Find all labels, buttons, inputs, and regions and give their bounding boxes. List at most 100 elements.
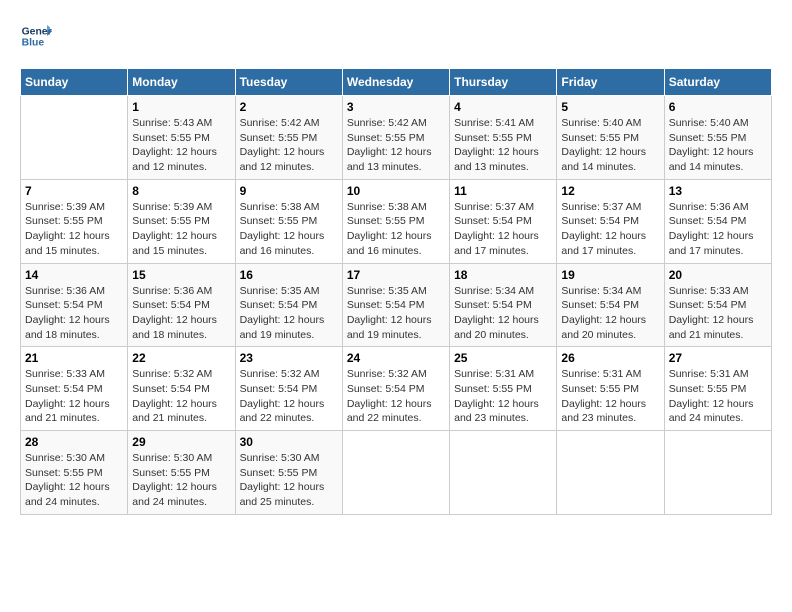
calendar-cell: 19 Sunrise: 5:34 AM Sunset: 5:54 PM Dayli… xyxy=(557,263,664,347)
day-info: Sunrise: 5:42 AM Sunset: 5:55 PM Dayligh… xyxy=(240,116,338,175)
day-number: 13 xyxy=(669,184,767,198)
day-number: 25 xyxy=(454,351,552,365)
calendar-week-row: 7 Sunrise: 5:39 AM Sunset: 5:55 PM Daylig… xyxy=(21,179,772,263)
calendar-cell: 6 Sunrise: 5:40 AM Sunset: 5:55 PM Daylig… xyxy=(664,96,771,180)
day-info: Sunrise: 5:38 AM Sunset: 5:55 PM Dayligh… xyxy=(240,200,338,259)
day-number: 21 xyxy=(25,351,123,365)
calendar-cell: 8 Sunrise: 5:39 AM Sunset: 5:55 PM Daylig… xyxy=(128,179,235,263)
calendar-cell: 23 Sunrise: 5:32 AM Sunset: 5:54 PM Dayli… xyxy=(235,347,342,431)
day-of-week-header: Friday xyxy=(557,69,664,96)
day-info: Sunrise: 5:33 AM Sunset: 5:54 PM Dayligh… xyxy=(669,284,767,343)
calendar-cell xyxy=(664,431,771,515)
calendar-week-row: 28Sunrise: 5:30 AM Sunset: 5:55 PM Dayli… xyxy=(21,431,772,515)
day-info: Sunrise: 5:42 AM Sunset: 5:55 PM Dayligh… xyxy=(347,116,445,175)
day-number: 19 xyxy=(561,268,659,282)
day-info: Sunrise: 5:37 AM Sunset: 5:54 PM Dayligh… xyxy=(561,200,659,259)
day-number: 5 xyxy=(561,100,659,114)
day-info: Sunrise: 5:34 AM Sunset: 5:54 PM Dayligh… xyxy=(454,284,552,343)
day-info: Sunrise: 5:30 AM Sunset: 5:55 PM Dayligh… xyxy=(240,451,338,510)
day-info: Sunrise: 5:39 AM Sunset: 5:55 PM Dayligh… xyxy=(25,200,123,259)
logo-icon: General Blue xyxy=(20,20,52,52)
day-number: 24 xyxy=(347,351,445,365)
calendar-cell: 22Sunrise: 5:32 AM Sunset: 5:54 PM Dayli… xyxy=(128,347,235,431)
page-header: General Blue xyxy=(20,20,772,52)
calendar-cell: 27 Sunrise: 5:31 AM Sunset: 5:55 PM Dayli… xyxy=(664,347,771,431)
day-of-week-header: Wednesday xyxy=(342,69,449,96)
calendar-cell: 26 Sunrise: 5:31 AM Sunset: 5:55 PM Dayli… xyxy=(557,347,664,431)
calendar-cell: 30 Sunrise: 5:30 AM Sunset: 5:55 PM Dayli… xyxy=(235,431,342,515)
day-info: Sunrise: 5:40 AM Sunset: 5:55 PM Dayligh… xyxy=(561,116,659,175)
day-info: Sunrise: 5:39 AM Sunset: 5:55 PM Dayligh… xyxy=(132,200,230,259)
calendar-cell: 2 Sunrise: 5:42 AM Sunset: 5:55 PM Daylig… xyxy=(235,96,342,180)
calendar-cell: 12 Sunrise: 5:37 AM Sunset: 5:54 PM Dayli… xyxy=(557,179,664,263)
day-number: 2 xyxy=(240,100,338,114)
day-info: Sunrise: 5:32 AM Sunset: 5:54 PM Dayligh… xyxy=(132,367,230,426)
calendar-cell xyxy=(450,431,557,515)
calendar-cell: 15Sunrise: 5:36 AM Sunset: 5:54 PM Dayli… xyxy=(128,263,235,347)
calendar-cell: 1Sunrise: 5:43 AM Sunset: 5:55 PM Daylig… xyxy=(128,96,235,180)
calendar-cell: 24 Sunrise: 5:32 AM Sunset: 5:54 PM Dayli… xyxy=(342,347,449,431)
day-of-week-header: Saturday xyxy=(664,69,771,96)
day-of-week-header: Thursday xyxy=(450,69,557,96)
day-info: Sunrise: 5:35 AM Sunset: 5:54 PM Dayligh… xyxy=(240,284,338,343)
day-info: Sunrise: 5:36 AM Sunset: 5:54 PM Dayligh… xyxy=(132,284,230,343)
calendar-cell: 18Sunrise: 5:34 AM Sunset: 5:54 PM Dayli… xyxy=(450,263,557,347)
day-number: 12 xyxy=(561,184,659,198)
calendar-cell: 9Sunrise: 5:38 AM Sunset: 5:55 PM Daylig… xyxy=(235,179,342,263)
day-info: Sunrise: 5:31 AM Sunset: 5:55 PM Dayligh… xyxy=(454,367,552,426)
day-number: 8 xyxy=(132,184,230,198)
calendar-cell: 16 Sunrise: 5:35 AM Sunset: 5:54 PM Dayli… xyxy=(235,263,342,347)
day-info: Sunrise: 5:38 AM Sunset: 5:55 PM Dayligh… xyxy=(347,200,445,259)
calendar-cell: 29 Sunrise: 5:30 AM Sunset: 5:55 PM Dayli… xyxy=(128,431,235,515)
calendar-cell xyxy=(557,431,664,515)
day-of-week-header: Sunday xyxy=(21,69,128,96)
calendar-cell: 21 Sunrise: 5:33 AM Sunset: 5:54 PM Dayli… xyxy=(21,347,128,431)
day-info: Sunrise: 5:35 AM Sunset: 5:54 PM Dayligh… xyxy=(347,284,445,343)
calendar-week-row: 1Sunrise: 5:43 AM Sunset: 5:55 PM Daylig… xyxy=(21,96,772,180)
svg-text:Blue: Blue xyxy=(22,38,45,49)
calendar-cell: 4Sunrise: 5:41 AM Sunset: 5:55 PM Daylig… xyxy=(450,96,557,180)
day-info: Sunrise: 5:32 AM Sunset: 5:54 PM Dayligh… xyxy=(240,367,338,426)
day-info: Sunrise: 5:36 AM Sunset: 5:54 PM Dayligh… xyxy=(669,200,767,259)
day-number: 20 xyxy=(669,268,767,282)
day-info: Sunrise: 5:31 AM Sunset: 5:55 PM Dayligh… xyxy=(669,367,767,426)
calendar-cell: 5 Sunrise: 5:40 AM Sunset: 5:55 PM Daylig… xyxy=(557,96,664,180)
day-number: 23 xyxy=(240,351,338,365)
day-info: Sunrise: 5:32 AM Sunset: 5:54 PM Dayligh… xyxy=(347,367,445,426)
day-info: Sunrise: 5:30 AM Sunset: 5:55 PM Dayligh… xyxy=(132,451,230,510)
day-number: 16 xyxy=(240,268,338,282)
day-info: Sunrise: 5:37 AM Sunset: 5:54 PM Dayligh… xyxy=(454,200,552,259)
day-number: 6 xyxy=(669,100,767,114)
calendar-cell: 3 Sunrise: 5:42 AM Sunset: 5:55 PM Daylig… xyxy=(342,96,449,180)
day-info: Sunrise: 5:31 AM Sunset: 5:55 PM Dayligh… xyxy=(561,367,659,426)
day-number: 30 xyxy=(240,435,338,449)
calendar-cell: 10 Sunrise: 5:38 AM Sunset: 5:55 PM Dayli… xyxy=(342,179,449,263)
day-number: 7 xyxy=(25,184,123,198)
day-number: 4 xyxy=(454,100,552,114)
calendar-cell xyxy=(342,431,449,515)
calendar-cell: 17 Sunrise: 5:35 AM Sunset: 5:54 PM Dayli… xyxy=(342,263,449,347)
day-info: Sunrise: 5:34 AM Sunset: 5:54 PM Dayligh… xyxy=(561,284,659,343)
calendar-cell: 11 Sunrise: 5:37 AM Sunset: 5:54 PM Dayli… xyxy=(450,179,557,263)
calendar-week-row: 21 Sunrise: 5:33 AM Sunset: 5:54 PM Dayli… xyxy=(21,347,772,431)
logo: General Blue xyxy=(20,20,56,52)
day-number: 29 xyxy=(132,435,230,449)
day-number: 11 xyxy=(454,184,552,198)
day-number: 1 xyxy=(132,100,230,114)
day-number: 17 xyxy=(347,268,445,282)
calendar-table: SundayMondayTuesdayWednesdayThursdayFrid… xyxy=(20,68,772,515)
calendar-cell: 25 Sunrise: 5:31 AM Sunset: 5:55 PM Dayli… xyxy=(450,347,557,431)
calendar-cell: 7 Sunrise: 5:39 AM Sunset: 5:55 PM Daylig… xyxy=(21,179,128,263)
day-number: 3 xyxy=(347,100,445,114)
calendar-body: 1Sunrise: 5:43 AM Sunset: 5:55 PM Daylig… xyxy=(21,96,772,515)
day-info: Sunrise: 5:33 AM Sunset: 5:54 PM Dayligh… xyxy=(25,367,123,426)
calendar-cell: 28Sunrise: 5:30 AM Sunset: 5:55 PM Dayli… xyxy=(21,431,128,515)
calendar-week-row: 14Sunrise: 5:36 AM Sunset: 5:54 PM Dayli… xyxy=(21,263,772,347)
day-info: Sunrise: 5:40 AM Sunset: 5:55 PM Dayligh… xyxy=(669,116,767,175)
day-number: 27 xyxy=(669,351,767,365)
day-number: 10 xyxy=(347,184,445,198)
day-of-week-header: Tuesday xyxy=(235,69,342,96)
day-info: Sunrise: 5:30 AM Sunset: 5:55 PM Dayligh… xyxy=(25,451,123,510)
calendar-cell: 14Sunrise: 5:36 AM Sunset: 5:54 PM Dayli… xyxy=(21,263,128,347)
day-number: 26 xyxy=(561,351,659,365)
